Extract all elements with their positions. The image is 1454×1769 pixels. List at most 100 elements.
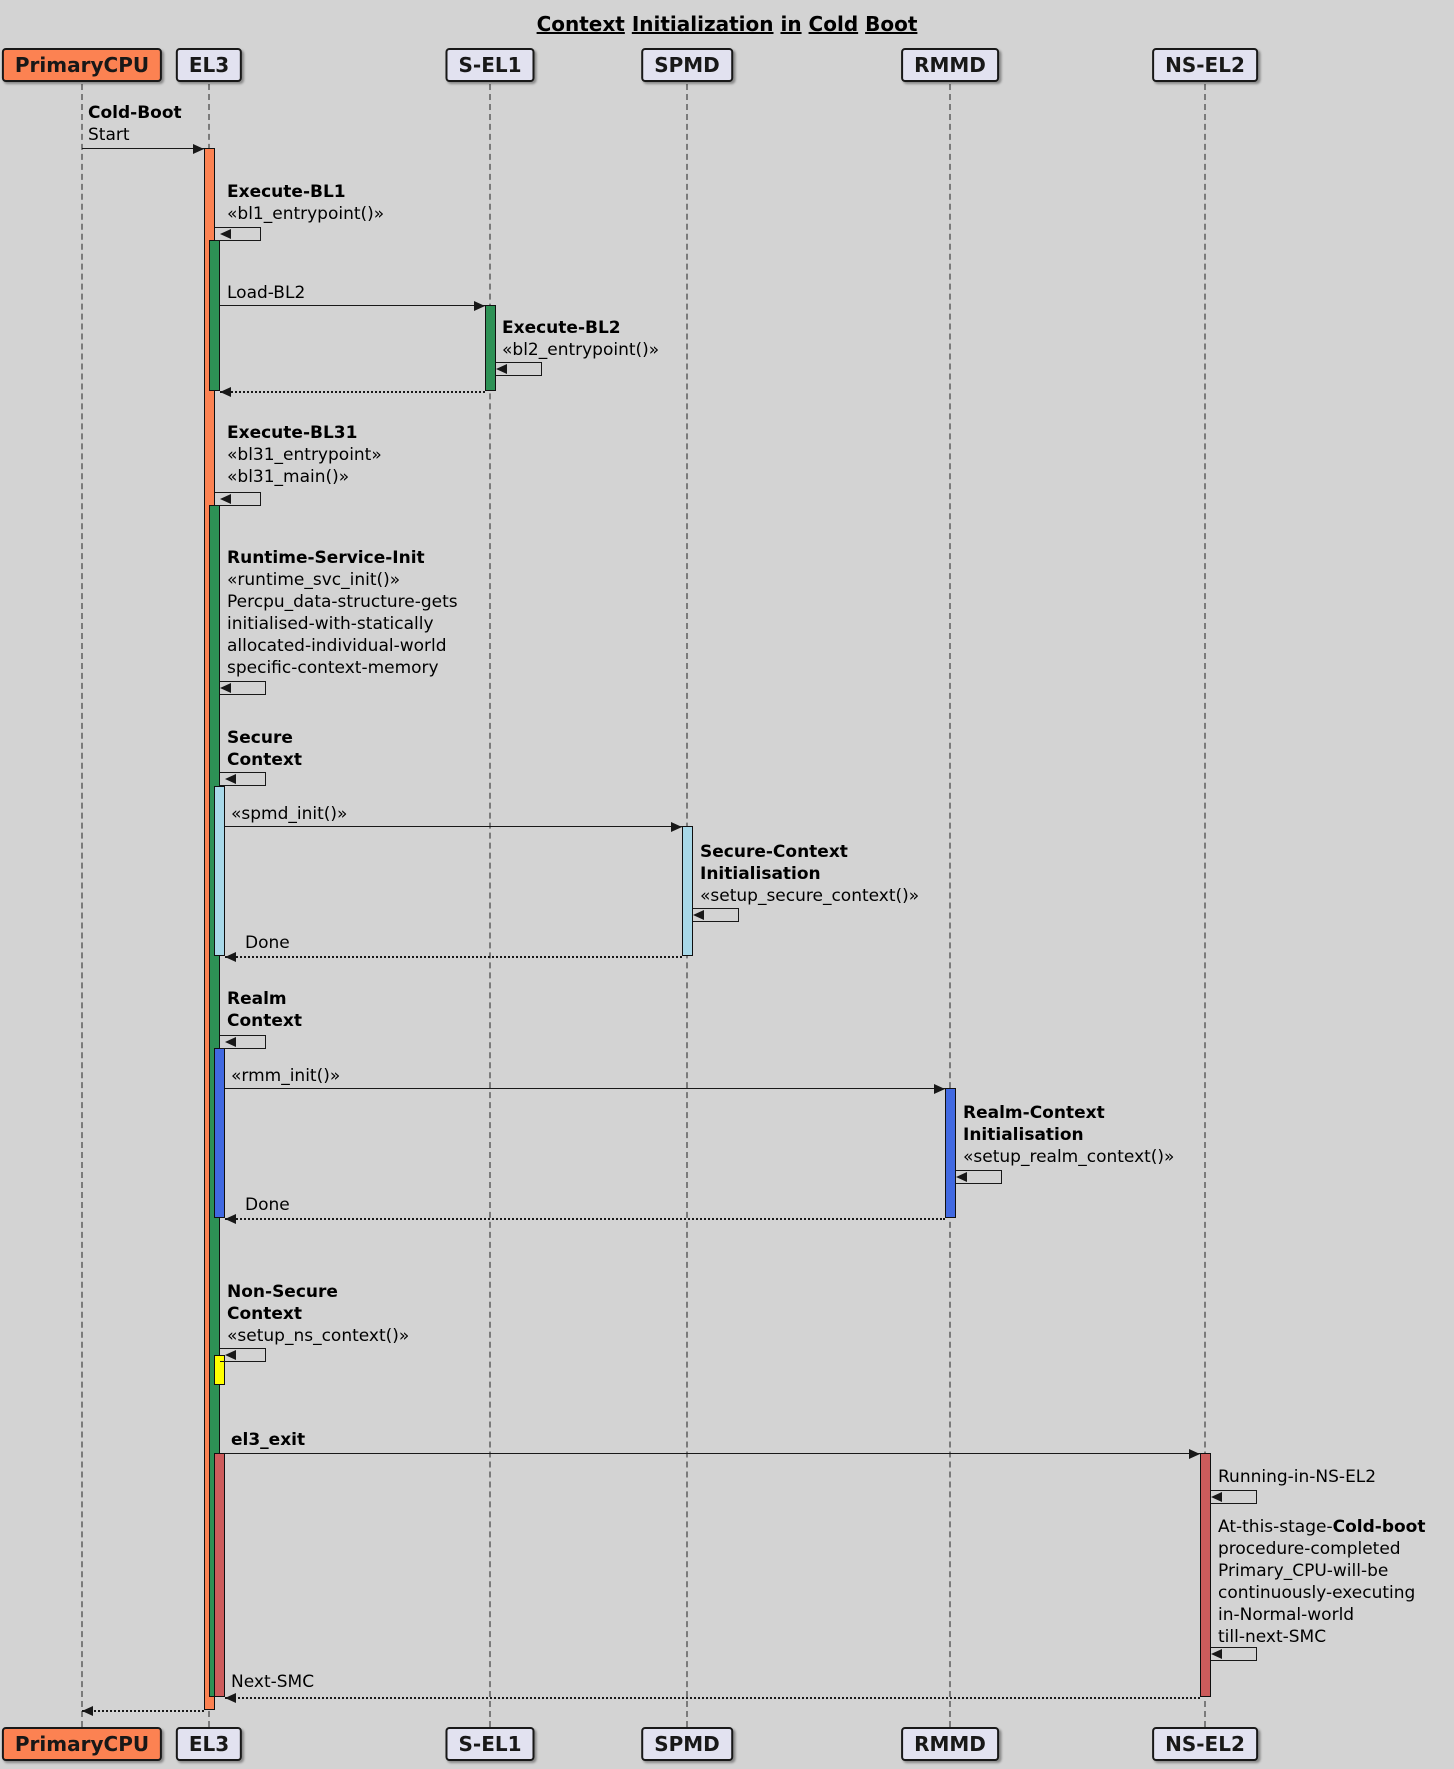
self-message-label-realm-context-initialisation-line: «setup_realm_context()» (963, 1146, 1174, 1168)
participant-bottom-rmmd: RMMD (901, 1727, 999, 1761)
participant-top-ns-el2: NS-EL2 (1152, 48, 1258, 82)
diagram-title-word: Context (537, 12, 625, 36)
message-label-load-bl2: Load-BL2 (227, 282, 305, 304)
self-message-label-secure-context-initialisation: Secure-ContextInitialisation«setup_secur… (700, 841, 919, 907)
activation-ns-el2-running (1200, 1453, 1211, 1697)
message-label-spmd-done: Done (245, 932, 290, 954)
participant-top-spmd: SPMD (641, 48, 733, 82)
self-message-label-secure-context-initialisation-line: «setup_secure_context()» (700, 885, 919, 907)
arrowhead-secure-context (225, 774, 236, 784)
activation-el3-bl1 (209, 240, 220, 391)
self-message-label-realm-context-line: Context (227, 1010, 302, 1032)
self-message-label-execute-bl1: Execute-BL1«bl1_entrypoint()» (227, 181, 384, 225)
self-message-label-realm-context-initialisation-line: Initialisation (963, 1124, 1174, 1146)
activation-el3-secure-ctx (214, 786, 225, 956)
activation-el3-realm-ctx (214, 1048, 225, 1218)
participant-top-s-el1: S-EL1 (445, 48, 534, 82)
activation-rmmd-realm-init (945, 1088, 956, 1218)
arrowhead-running-in-ns-el2 (1211, 1492, 1222, 1502)
message-label-rmm-init-line: «rmm_init()» (231, 1065, 340, 1087)
self-message-label-cold-boot-completed-note: At-this-stage-Cold-bootprocedure-complet… (1218, 1516, 1425, 1648)
message-label-spmd-done-line: Done (245, 932, 290, 954)
diagram-title-word: Cold (809, 12, 859, 36)
self-message-label-runtime-service-init-line: «runtime_svc_init()» (227, 569, 458, 591)
self-message-label-non-secure-context-line: «setup_ns_context()» (227, 1325, 409, 1347)
lifeline-primarycpu (81, 84, 83, 1727)
diagram-title-word: in (780, 12, 801, 36)
self-message-label-secure-context-initialisation-line: Secure-Context (700, 841, 919, 863)
message-line-rmm-init (225, 1088, 945, 1089)
arrowhead-execute-bl31 (220, 494, 231, 504)
self-message-label-cold-boot-completed-note-line: At-this-stage-Cold-boot (1218, 1516, 1425, 1538)
self-message-label-runtime-service-init-line: Runtime-Service-Init (227, 547, 458, 569)
self-message-label-execute-bl31: Execute-BL31«bl31_entrypoint»«bl31_main(… (227, 422, 382, 488)
arrowhead-execute-bl2 (496, 364, 507, 374)
self-message-label-cold-boot-completed-note-line: continuously-executing (1218, 1582, 1425, 1604)
message-line-next-smc (225, 1697, 1200, 1699)
arrowhead-runtime-service-init (220, 683, 231, 693)
message-label-el3-exit-line: el3_exit (231, 1429, 305, 1451)
activation-el3-exit (214, 1453, 225, 1697)
activation-spmd-secure-init (682, 826, 693, 956)
self-message-label-execute-bl2-line: Execute-BL2 (502, 317, 659, 339)
self-message-label-non-secure-context-line: Context (227, 1303, 409, 1325)
self-message-label-execute-bl2-line: «bl2_entrypoint()» (502, 339, 659, 361)
self-message-label-execute-bl2: Execute-BL2«bl2_entrypoint()» (502, 317, 659, 361)
self-message-label-secure-context-line: Secure (227, 727, 302, 749)
arrowhead-cold-boot-completed-note (1211, 1649, 1222, 1659)
self-message-label-running-in-ns-el2: Running-in-NS-EL2 (1218, 1466, 1376, 1488)
participant-bottom-spmd: SPMD (641, 1727, 733, 1761)
participant-bottom-primarycpu: PrimaryCPU (2, 1727, 162, 1761)
diagram-title: Context Initialization in Cold Boot (0, 12, 1454, 36)
message-label-el3-exit: el3_exit (231, 1429, 305, 1451)
lifeline-rmmd (949, 84, 951, 1727)
self-message-label-cold-boot-completed-note-line: in-Normal-world (1218, 1604, 1425, 1626)
self-message-label-secure-context: SecureContext (227, 727, 302, 771)
message-label-cold-boot-start-line: Start (88, 124, 182, 146)
self-message-label-runtime-service-init-line: Percpu_data-structure-gets (227, 591, 458, 613)
arrowhead-return-to-primarycpu (82, 1706, 93, 1716)
self-message-label-cold-boot-completed-note-line: Primary_CPU-will-be (1218, 1560, 1425, 1582)
self-message-label-runtime-service-init-line: initialised-with-statically (227, 613, 458, 635)
message-line-rmmd-done (225, 1218, 945, 1220)
self-message-label-realm-context-initialisation-line: Realm-Context (963, 1102, 1174, 1124)
message-label-next-smc-line: Next-SMC (231, 1671, 314, 1693)
arrowhead-rmmd-done (225, 1214, 236, 1224)
message-label-rmmd-done: Done (245, 1194, 290, 1216)
arrowhead-bl2-return (220, 387, 231, 397)
participant-bottom-s-el1: S-EL1 (445, 1727, 534, 1761)
message-line-return-to-primarycpu (82, 1710, 204, 1712)
arrowhead-load-bl2 (474, 301, 485, 311)
participant-top-el3: EL3 (176, 48, 242, 82)
self-message-label-execute-bl31-line: Execute-BL31 (227, 422, 382, 444)
arrowhead-non-secure-context (225, 1350, 236, 1360)
arrowhead-realm-context-initialisation (956, 1172, 967, 1182)
participant-bottom-el3: EL3 (176, 1727, 242, 1761)
participant-bottom-ns-el2: NS-EL2 (1152, 1727, 1258, 1761)
self-message-label-cold-boot-completed-note-line: till-next-SMC (1218, 1626, 1425, 1648)
self-message-label-non-secure-context-line: Non-Secure (227, 1281, 409, 1303)
sequence-diagram-canvas: Context Initialization in Cold Boot Prim… (0, 0, 1454, 1769)
message-label-load-bl2-line: Load-BL2 (227, 282, 305, 304)
self-message-label-execute-bl31-line: «bl31_main()» (227, 466, 382, 488)
self-message-label-running-in-ns-el2-line: Running-in-NS-EL2 (1218, 1466, 1376, 1488)
arrowhead-execute-bl1 (220, 229, 231, 239)
message-label-spmd-init: «spmd_init()» (231, 803, 347, 825)
message-label-spmd-init-line: «spmd_init()» (231, 803, 347, 825)
message-label-cold-boot-start-line: Cold-Boot (88, 102, 182, 124)
message-line-spmd-init (225, 826, 682, 827)
arrowhead-rmm-init (934, 1084, 945, 1094)
activation-s-el1-bl2 (485, 305, 496, 391)
participant-top-rmmd: RMMD (901, 48, 999, 82)
arrowhead-realm-context (225, 1037, 236, 1047)
arrowhead-spmd-init (671, 822, 682, 832)
self-message-label-cold-boot-completed-note-line: procedure-completed (1218, 1538, 1425, 1560)
diagram-title-word: Boot (865, 12, 917, 36)
message-label-rmmd-done-line: Done (245, 1194, 290, 1216)
self-message-label-secure-context-initialisation-line: Initialisation (700, 863, 919, 885)
self-message-label-runtime-service-init-line: specific-context-memory (227, 657, 458, 679)
diagram-title-word: Initialization (632, 12, 774, 36)
arrowhead-next-smc (225, 1693, 236, 1703)
self-message-label-secure-context-line: Context (227, 749, 302, 771)
self-message-label-non-secure-context: Non-SecureContext«setup_ns_context()» (227, 1281, 409, 1347)
